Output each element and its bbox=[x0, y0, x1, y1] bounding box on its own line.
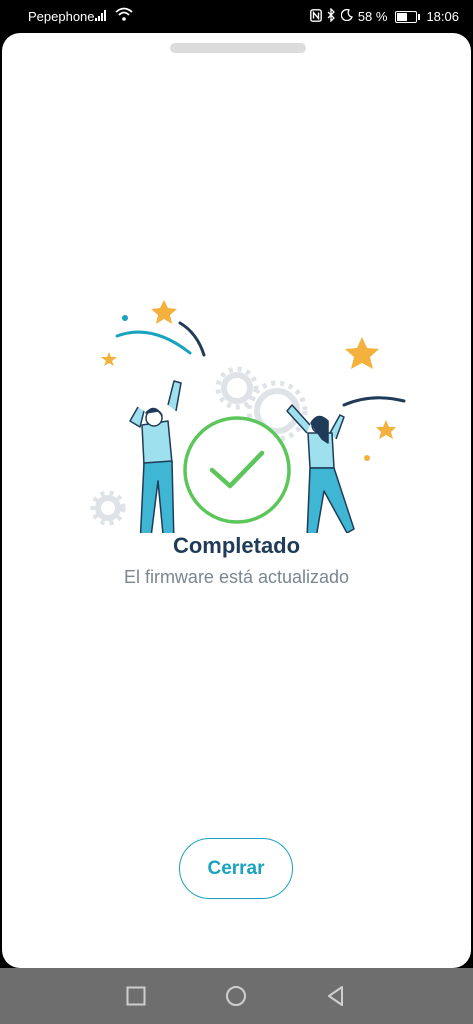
close-button[interactable]: Cerrar bbox=[179, 838, 293, 899]
completion-sheet: Completado El firmware está actualizado … bbox=[2, 33, 471, 968]
nfc-icon bbox=[309, 8, 322, 25]
battery-icon bbox=[395, 10, 421, 23]
status-bar: Pepephone 58 % 18:06 bbox=[0, 0, 473, 32]
completion-title: Completado bbox=[172, 533, 301, 558]
navigation-bar bbox=[0, 968, 473, 1024]
recents-button[interactable] bbox=[124, 984, 148, 1008]
completion-subtitle: El firmware está actualizado bbox=[123, 567, 350, 587]
carrier-name: Pepephone bbox=[28, 9, 95, 24]
moon-icon bbox=[340, 8, 353, 24]
bluetooth-icon bbox=[327, 7, 336, 25]
clock: 18:06 bbox=[426, 9, 459, 24]
battery-percent: 58 % bbox=[357, 9, 388, 24]
home-button[interactable] bbox=[224, 984, 248, 1008]
signal-icon bbox=[95, 9, 109, 24]
wifi-icon bbox=[115, 7, 133, 24]
drag-handle[interactable] bbox=[170, 43, 306, 53]
celebration-illustration bbox=[90, 300, 406, 533]
back-button[interactable] bbox=[324, 984, 348, 1008]
